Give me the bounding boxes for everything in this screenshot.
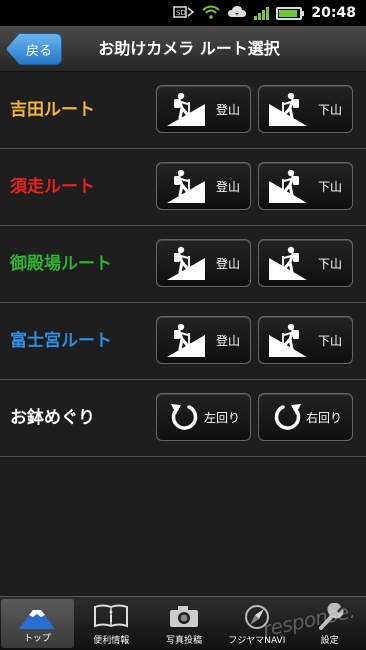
hiker-downhill-icon	[269, 92, 307, 126]
hiker-downhill-icon	[269, 246, 307, 280]
app-header: お助けカメラ ルート選択 戻る	[0, 26, 366, 72]
hiker-uphill-icon	[167, 323, 205, 357]
nav-label: 設定	[320, 636, 339, 646]
descent-label: 下山	[317, 103, 342, 117]
nav-top[interactable]: トップ	[1, 599, 74, 648]
nav-useful-info[interactable]: 便利情報	[75, 597, 148, 650]
hiker-uphill-icon	[167, 169, 205, 203]
route-name: 吉田ルート	[10, 100, 95, 120]
wifi-icon	[202, 4, 221, 23]
sim-icon: SD	[173, 4, 195, 23]
nav-label: 写真投稿	[165, 636, 202, 646]
counterclockwise-label: 左回り	[203, 411, 240, 425]
signal-icon	[254, 6, 270, 20]
ascent-label: 登山	[215, 257, 240, 271]
ascent-button[interactable]: 登山	[156, 85, 251, 133]
clockwise-button[interactable]: 右回り	[258, 393, 353, 441]
nav-label: トップ	[23, 634, 51, 644]
ascent-button[interactable]: 登山	[156, 239, 251, 287]
route-row-fujinomiya: 富士宮ルート 登山 下山	[0, 303, 366, 380]
status-time: 20:48	[311, 5, 356, 21]
fuji-icon	[19, 610, 56, 629]
route-row-yoshida: 吉田ルート 登山 下山	[0, 72, 366, 149]
rotate-left-icon	[171, 404, 198, 430]
descent-button[interactable]: 下山	[258, 316, 353, 364]
route-list: 吉田ルート 登山 下山 須走ルート 登山 下山 御殿場ルート 登山 下山 富士宮…	[0, 72, 366, 457]
status-bar: SD 20:48	[0, 0, 366, 26]
info-book-icon	[94, 604, 129, 628]
hiker-downhill-icon	[269, 169, 307, 203]
route-name: 須走ルート	[10, 177, 95, 197]
descent-label: 下山	[317, 334, 342, 348]
route-row-gotemba: 御殿場ルート 登山 下山	[0, 226, 366, 303]
ascent-button[interactable]: 登山	[156, 316, 251, 364]
ascent-label: 登山	[215, 334, 240, 348]
hiker-downhill-icon	[269, 323, 307, 357]
descent-button[interactable]: 下山	[258, 85, 353, 133]
descent-button[interactable]: 下山	[258, 162, 353, 210]
battery-icon	[276, 6, 305, 20]
nav-photo-post[interactable]: 写真投稿	[148, 597, 221, 650]
descent-label: 下山	[317, 257, 342, 271]
ascent-button[interactable]: 登山	[156, 162, 251, 210]
hiker-uphill-icon	[167, 92, 205, 126]
ascent-label: 登山	[215, 180, 240, 194]
clockwise-label: 右回り	[305, 411, 342, 425]
cloud-sync-icon	[227, 4, 247, 23]
route-row-ohachi: お鉢めぐり 左回り 右回り	[0, 380, 366, 457]
descent-label: 下山	[317, 180, 342, 194]
nav-label: 便利情報	[93, 636, 130, 646]
route-name: 富士宮ルート	[10, 331, 112, 351]
counterclockwise-button[interactable]: 左回り	[156, 393, 251, 441]
route-name: お鉢めぐり	[10, 408, 95, 428]
route-name: 御殿場ルート	[10, 254, 112, 274]
svg-text:SD: SD	[176, 9, 186, 17]
hiker-uphill-icon	[167, 246, 205, 280]
rotate-right-icon	[274, 404, 301, 430]
ascent-label: 登山	[215, 103, 240, 117]
route-row-subashiri: 須走ルート 登山 下山	[0, 149, 366, 226]
descent-button[interactable]: 下山	[258, 239, 353, 287]
camera-icon	[169, 606, 198, 627]
